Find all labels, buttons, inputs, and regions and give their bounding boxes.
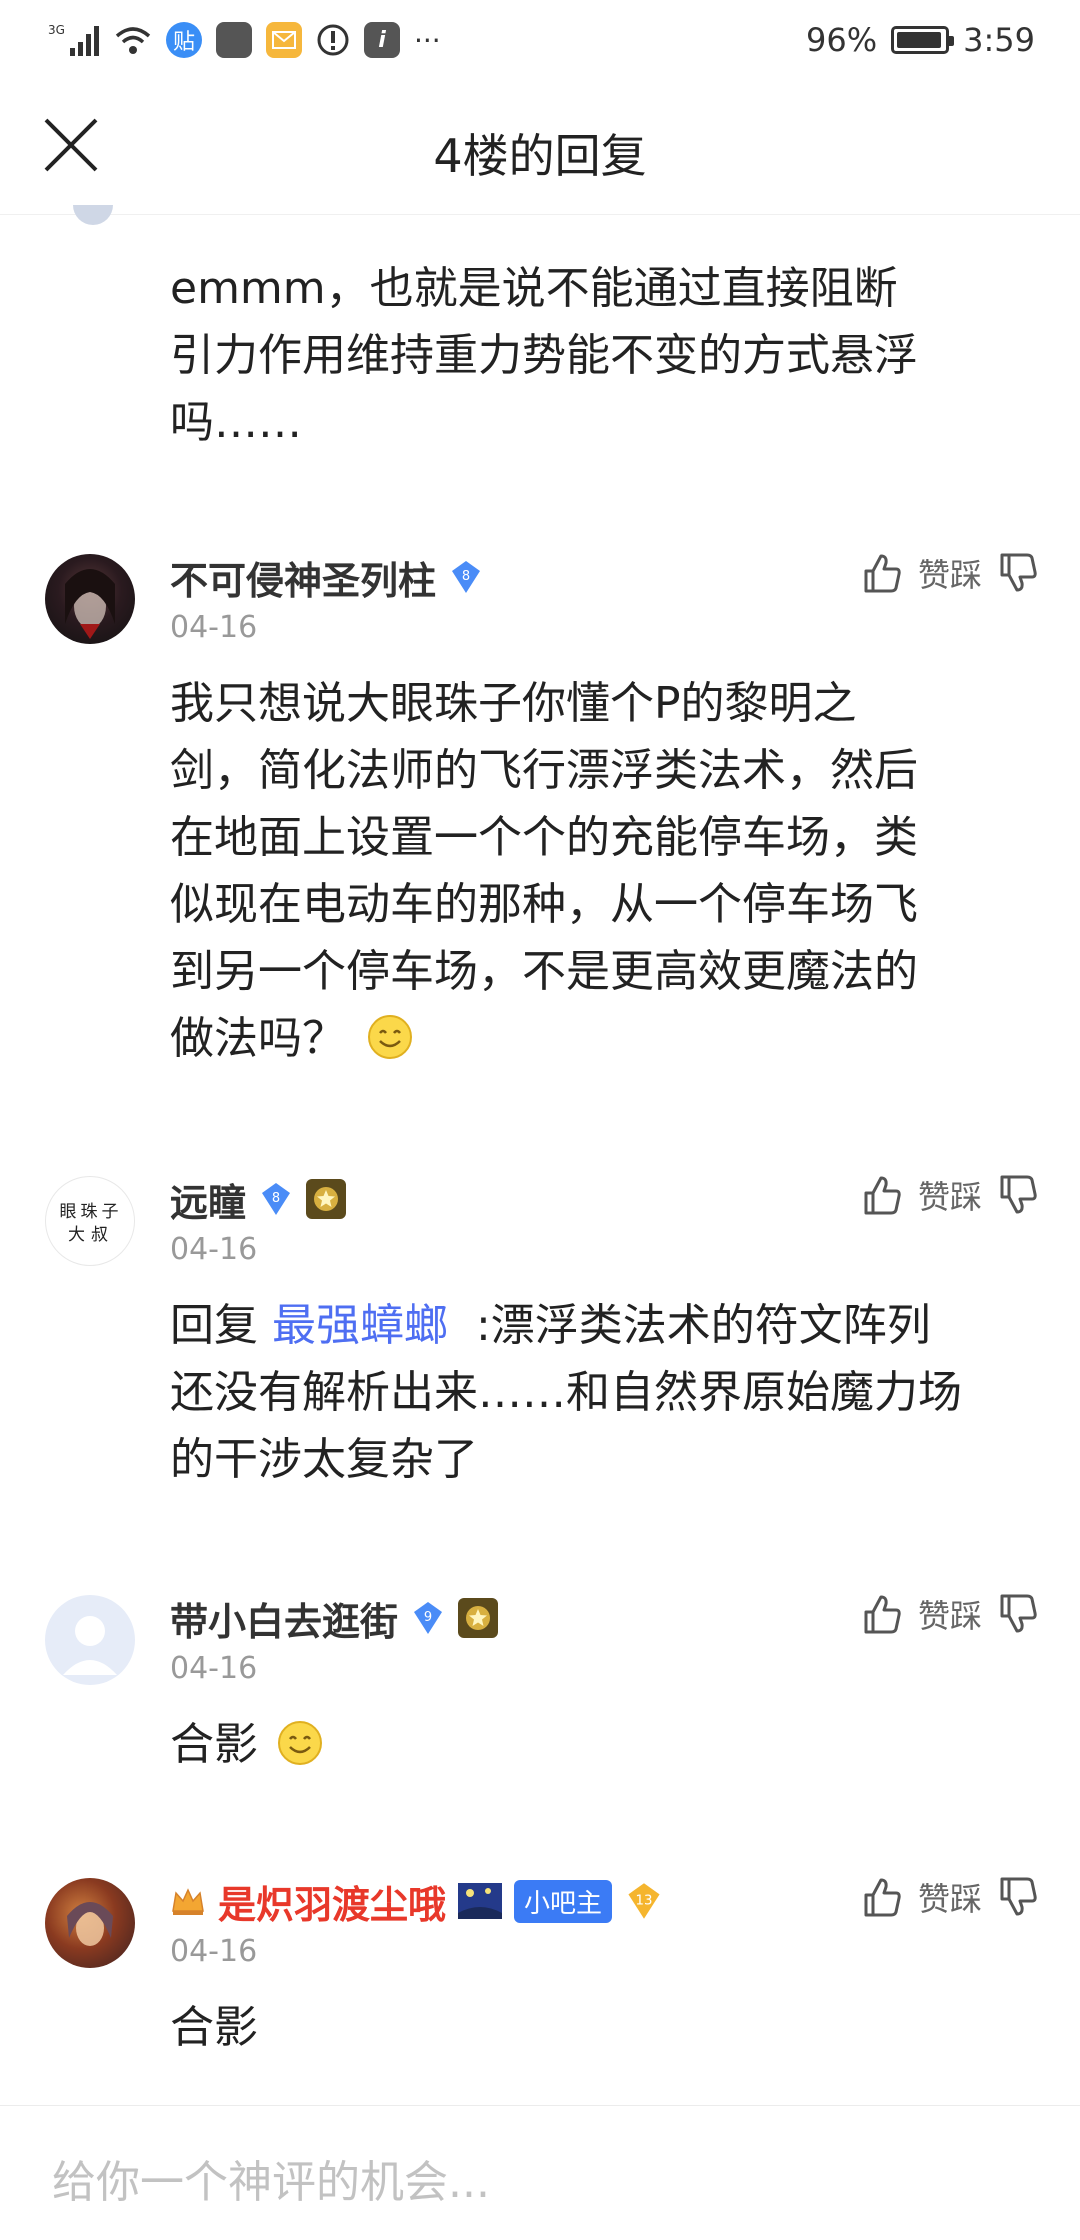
info-icon: i xyxy=(364,22,400,58)
comment-text: 我只想说大眼珠子你懂个P的黎明之 剑，简化法师的飞行漂浮类法术，然后 在地面上设… xyxy=(170,678,918,1064)
member-badge-icon xyxy=(458,1598,499,1638)
vote-actions: 赞踩 xyxy=(860,1591,1040,1637)
thumbs-down-icon[interactable] xyxy=(996,551,1040,595)
tieba-notification-icon: 贴 xyxy=(166,22,202,58)
crown-icon xyxy=(172,1888,204,1915)
battery-percent: 96% xyxy=(806,21,878,59)
username[interactable]: 不可侵神圣列柱 xyxy=(170,550,436,605)
user-row: 带小白去逛街 9 xyxy=(170,1591,499,1646)
svg-text:3G: 3G xyxy=(48,23,65,37)
comment-input[interactable]: 给你一个神评的机会... xyxy=(52,2146,490,2210)
header: 4楼的回复 xyxy=(0,80,1080,215)
smile-emoji-icon xyxy=(368,1015,412,1059)
huawei-icon xyxy=(216,22,252,58)
like-label[interactable]: 赞踩 xyxy=(918,1172,982,1218)
status-bar: 3G 贴 i ··· 96% 3:59 xyxy=(0,0,1080,80)
clock: 3:59 xyxy=(963,21,1035,59)
like-label[interactable]: 赞踩 xyxy=(918,550,982,596)
thumbs-down-icon[interactable] xyxy=(996,1875,1040,1919)
comment-text: emmm，也就是说不能通过直接阻断 引力作用维持重力势能不变的方式悬浮 吗…… xyxy=(170,263,918,448)
avatar[interactable] xyxy=(45,1595,135,1685)
username[interactable]: 带小白去逛街 xyxy=(170,1591,398,1646)
svg-text:13: 13 xyxy=(636,1893,653,1908)
thumbs-up-icon[interactable] xyxy=(860,1875,904,1919)
level-badge-icon: 8 xyxy=(452,561,481,593)
vote-actions: 赞踩 xyxy=(860,550,1040,596)
comment-date: 04-16 xyxy=(170,1232,258,1267)
moderator-badge: 小吧主 xyxy=(514,1879,613,1923)
comment-text: 合影 xyxy=(170,2002,258,2053)
svg-text:大叔: 大叔 xyxy=(68,1225,114,1245)
user-row: 远瞳 8 xyxy=(170,1172,347,1227)
status-icons-right: 96% 3:59 xyxy=(806,18,1035,62)
alert-icon xyxy=(317,24,349,56)
comment-date: 04-16 xyxy=(170,1934,258,1969)
thumbs-up-icon[interactable] xyxy=(860,551,904,595)
avatar[interactable] xyxy=(45,554,135,644)
like-label[interactable]: 赞踩 xyxy=(918,1591,982,1637)
status-icons-left: 3G 贴 i ··· xyxy=(48,18,441,62)
user-row: 是炽羽渡尘哦 小吧主 13 xyxy=(170,1874,664,1928)
level-badge-icon: 13 xyxy=(628,1883,660,1919)
comment-input-bar: 给你一个神评的机会... xyxy=(0,2105,1080,2240)
thumbs-down-icon[interactable] xyxy=(996,1173,1040,1217)
vote-actions: 赞踩 xyxy=(860,1172,1040,1218)
thumbs-up-icon[interactable] xyxy=(860,1592,904,1636)
user-row: 不可侵神圣列柱 8 xyxy=(170,550,484,604)
reply-prefix: 回复 xyxy=(170,1300,258,1351)
username[interactable]: 远瞳 xyxy=(170,1172,246,1227)
battery-icon xyxy=(891,26,955,54)
avatar[interactable] xyxy=(45,1878,135,1968)
smile-emoji-icon xyxy=(278,1721,322,1765)
svg-text:眼珠子: 眼珠子 xyxy=(60,1202,123,1222)
thumbs-up-icon[interactable] xyxy=(860,1173,904,1217)
signal-icon: 3G xyxy=(48,23,99,56)
avatar[interactable] xyxy=(73,205,113,225)
avatar[interactable]: 眼珠子 大叔 xyxy=(45,1176,135,1266)
starry-night-icon xyxy=(458,1883,503,1919)
comment-date: 04-16 xyxy=(170,610,258,645)
like-label[interactable]: 赞踩 xyxy=(918,1874,982,1920)
comment-date: 04-16 xyxy=(170,1651,258,1686)
more-notifications-icon: ··· xyxy=(414,23,441,57)
vote-actions: 赞踩 xyxy=(860,1874,1040,1920)
wifi-icon xyxy=(115,27,151,54)
username[interactable]: 是炽羽渡尘哦 xyxy=(218,1874,446,1929)
page-title: 4楼的回复 xyxy=(433,129,647,183)
level-badge-icon: 9 xyxy=(414,1602,443,1634)
thumbs-down-icon[interactable] xyxy=(996,1592,1040,1636)
level-badge-icon: 8 xyxy=(262,1183,291,1215)
svg-text:8: 8 xyxy=(462,569,470,584)
comment-text: 合影 xyxy=(170,1711,1035,1778)
member-badge-icon xyxy=(306,1179,347,1219)
svg-text:8: 8 xyxy=(272,1191,280,1206)
mail-icon xyxy=(266,22,302,58)
comment-text: 回复 最强蟑螂 :漂浮类法术的符文阵列 还没有解析出来……和自然界原始魔力场 的… xyxy=(170,1300,962,1485)
reply-target-link[interactable]: 最强蟑螂 xyxy=(272,1300,448,1351)
svg-text:9: 9 xyxy=(424,1610,432,1625)
